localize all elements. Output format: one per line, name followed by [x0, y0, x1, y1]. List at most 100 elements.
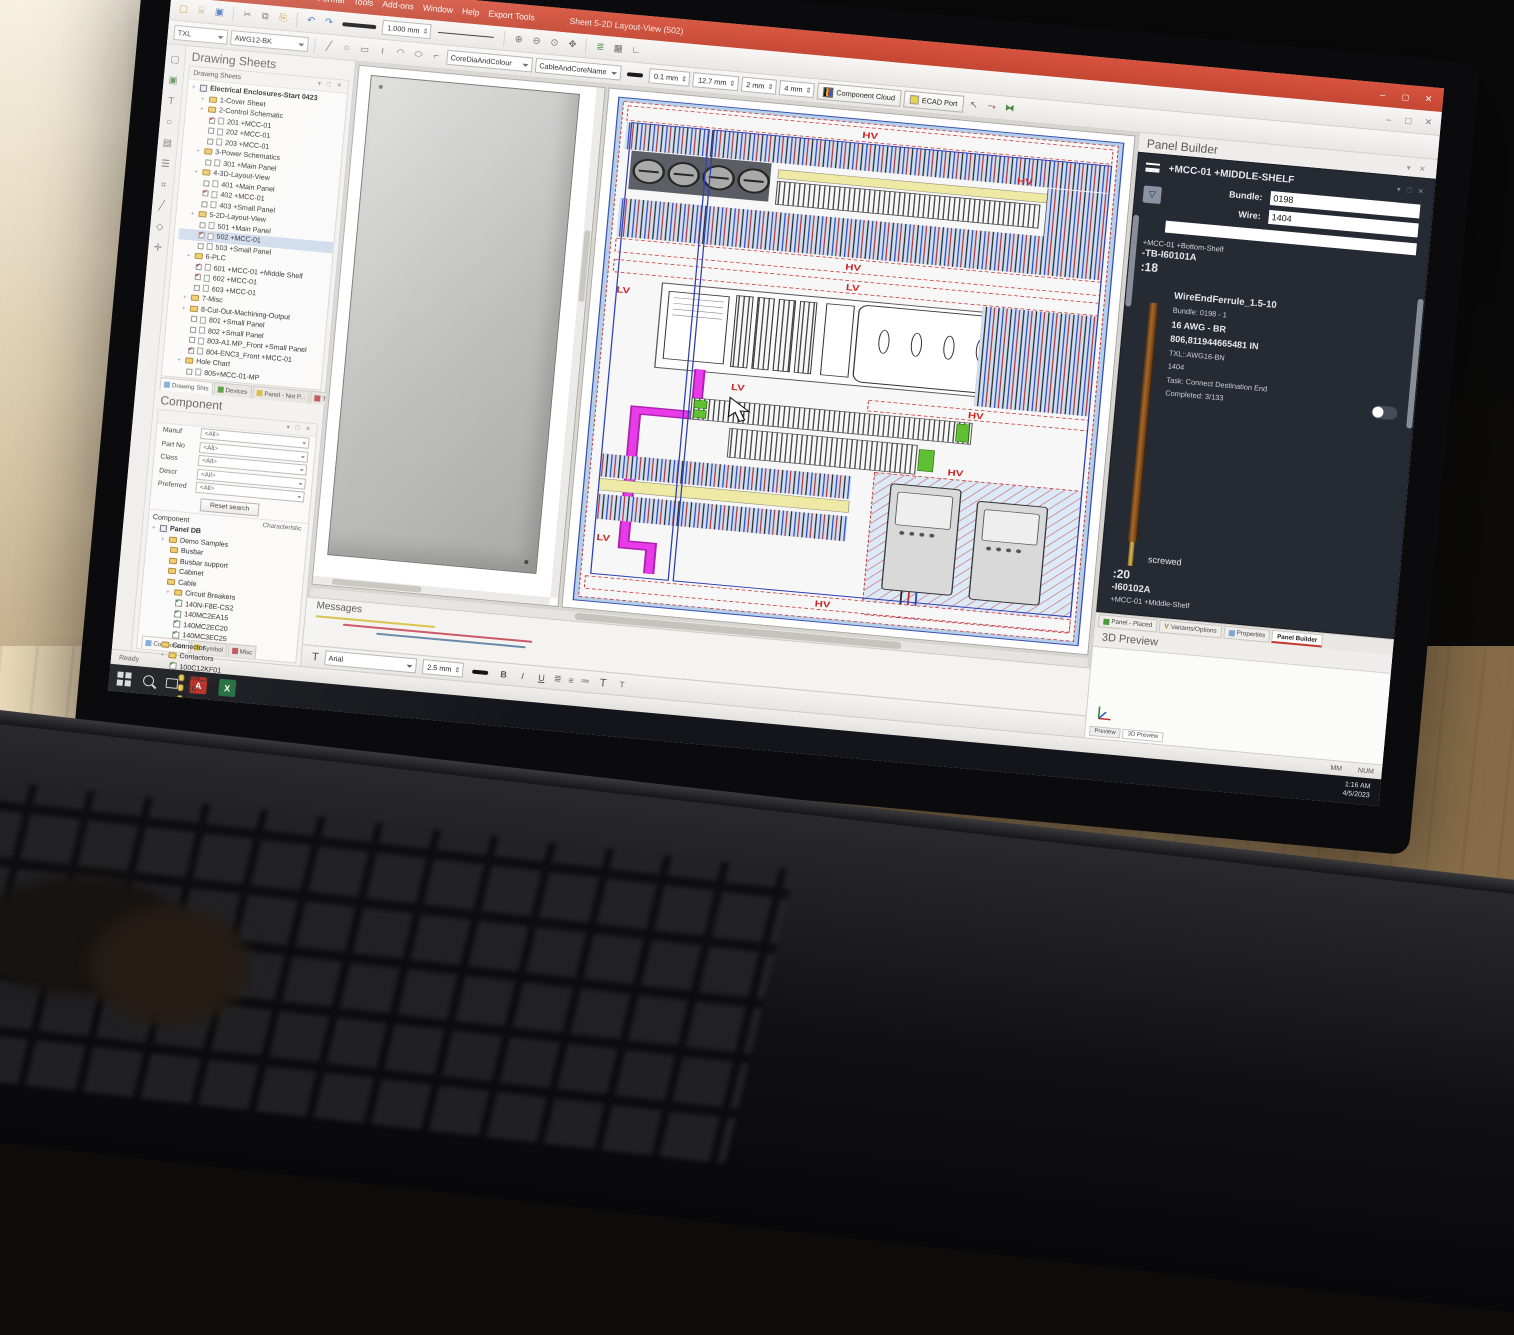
component-cloud-button[interactable]: Component Cloud — [817, 83, 902, 108]
expand-icon[interactable] — [201, 94, 207, 102]
expand-icon[interactable] — [194, 168, 200, 176]
sheet-checkbox[interactable] — [209, 117, 216, 124]
rectangle-tool-icon[interactable]: ▭ — [356, 42, 372, 58]
menu-window[interactable]: Window — [422, 2, 453, 15]
sheet-checkbox[interactable] — [197, 243, 204, 250]
enclosure-2d-document[interactable] — [311, 65, 605, 607]
bold-button[interactable]: B — [497, 666, 511, 681]
save-icon[interactable]: ▣ — [211, 4, 227, 20]
italic-button[interactable]: I — [516, 668, 530, 683]
text-tool-icon[interactable]: T — [311, 651, 319, 664]
menu-addons[interactable]: Add-ons — [382, 0, 414, 12]
expand-icon[interactable] — [200, 105, 206, 113]
expand-icon[interactable] — [186, 251, 192, 259]
grid-icon[interactable]: ▦ — [610, 41, 626, 57]
sheet-checkbox[interactable] — [201, 201, 208, 208]
wire-type-dropdown[interactable]: TXL — [173, 25, 228, 45]
scrollbar-thumb[interactable] — [578, 230, 591, 302]
tab-3d-preview[interactable]: 3D Preview — [1122, 729, 1163, 743]
sheet-checkbox[interactable] — [196, 264, 203, 271]
sheet-checkbox[interactable] — [205, 159, 212, 166]
font-size-spinner[interactable]: 2.5 mm — [422, 659, 465, 678]
line-width-spinner[interactable]: 0.1 mm — [648, 68, 691, 87]
snap-spinner-2[interactable]: 2 mm — [741, 77, 777, 95]
copy-icon[interactable]: ⧉ — [257, 8, 273, 24]
maximize-button[interactable] — [1399, 91, 1413, 103]
spline-tool-icon[interactable]: ≀ — [374, 43, 390, 59]
child-restore-button[interactable] — [1402, 115, 1416, 127]
text-tool-icon[interactable]: T — [164, 94, 178, 108]
menu-export-tools[interactable]: Export Tools — [488, 8, 535, 22]
panel-header-buttons[interactable]: ▾ ✕ — [1406, 163, 1429, 174]
text-lower-button[interactable]: T — [615, 677, 629, 692]
search-icon[interactable] — [143, 675, 155, 687]
wire-gauge-dropdown[interactable]: AWG12-BK — [230, 30, 309, 52]
snap-spinner-1[interactable]: 12.7 mm — [692, 72, 739, 91]
panel-header-buttons[interactable]: ▾ ⏍ ✕ — [286, 424, 313, 434]
menu-help[interactable]: Help — [462, 6, 480, 18]
menu-hamburger-icon[interactable] — [1145, 163, 1160, 173]
open-drawing-icon[interactable]: ⌸ — [193, 3, 209, 19]
new-drawing-icon[interactable]: ▢ — [175, 1, 191, 17]
measure-tool-icon[interactable]: ⌗ — [156, 178, 170, 192]
ellipse-tool-icon[interactable]: ⬭ — [410, 47, 426, 63]
cut-icon[interactable]: ✂ — [239, 7, 255, 23]
expand-icon[interactable] — [190, 209, 196, 217]
panel-header-buttons[interactable]: ▾ ⏍ ✕ — [318, 80, 345, 90]
list-tool-icon[interactable]: ☰ — [158, 157, 172, 171]
align-right-icon[interactable]: ≔ — [580, 675, 591, 687]
wire-route-icon[interactable]: ⤳ — [984, 99, 1000, 115]
menu-format[interactable]: Format — [317, 0, 345, 5]
collapse-icon[interactable] — [192, 83, 198, 91]
layers-icon[interactable]: ≣ — [592, 39, 608, 55]
hatch-tool-icon[interactable]: ▤ — [160, 136, 174, 150]
circle-tool-icon[interactable]: ○ — [339, 40, 355, 56]
zoom-extents-icon[interactable]: ⊙ — [546, 35, 562, 51]
expand-icon[interactable] — [160, 651, 166, 659]
undo-icon[interactable]: ↶ — [303, 13, 319, 29]
expand-icon[interactable] — [161, 535, 167, 543]
underline-button[interactable]: U — [534, 670, 548, 685]
sheet-checkbox[interactable] — [202, 190, 209, 197]
paste-icon[interactable]: ⎘ — [275, 10, 291, 26]
menu-insert[interactable]: Insert — [287, 0, 309, 2]
redo-icon[interactable]: ↷ — [321, 14, 337, 30]
sheet-checkbox[interactable] — [208, 128, 215, 135]
cable-core-name-dropdown[interactable]: CableAndCoreName — [535, 58, 622, 81]
select-arrow-icon[interactable]: ↖ — [966, 97, 982, 113]
task-toggle[interactable] — [1371, 405, 1398, 420]
link-icon[interactable]: ⧓ — [1002, 100, 1018, 116]
align-left-icon[interactable]: ≣ — [553, 673, 563, 685]
line-draw-icon[interactable]: ╱ — [155, 199, 169, 213]
expand-icon[interactable] — [177, 356, 183, 364]
core-diameter-dropdown[interactable]: CoreDiaAndColour — [446, 50, 533, 73]
align-center-icon[interactable]: ≡ — [568, 675, 575, 686]
scale-spinner[interactable]: 1.000 mm — [382, 20, 433, 39]
snap-spinner-3[interactable]: 4 mm — [779, 80, 815, 98]
polyline-tool-icon[interactable]: ⌐ — [428, 48, 444, 64]
expand-icon[interactable] — [183, 293, 189, 301]
ecad-port-button[interactable]: ECAD Port — [903, 90, 964, 112]
pan-icon[interactable]: ✥ — [564, 36, 580, 52]
sheet-checkbox[interactable] — [189, 337, 196, 344]
sheet-checkbox[interactable] — [186, 368, 193, 375]
sheet-checkbox[interactable] — [188, 347, 195, 354]
expand-icon[interactable] — [196, 147, 202, 155]
expand-icon[interactable] — [182, 304, 188, 312]
tab-preview[interactable]: Preview — [1089, 726, 1121, 739]
sheet-checkbox[interactable] — [198, 232, 205, 239]
text-upper-button[interactable]: T — [596, 675, 610, 690]
sheet-checkbox[interactable] — [203, 180, 210, 187]
line-weight-swatch[interactable] — [342, 22, 376, 29]
arc-tool-icon[interactable]: ◠ — [392, 45, 408, 61]
line-tool-icon[interactable]: ╱ — [321, 38, 337, 54]
ortho-icon[interactable]: ∟ — [628, 42, 644, 58]
sheet-checkbox[interactable] — [190, 326, 197, 333]
menu-tools[interactable]: Tools — [353, 0, 374, 8]
minimize-button[interactable] — [1376, 89, 1390, 101]
layout-2d-document[interactable]: HV — [561, 88, 1135, 656]
child-minimize-button[interactable] — [1382, 113, 1396, 125]
close-button[interactable] — [1422, 93, 1436, 105]
expand-icon[interactable] — [166, 588, 172, 596]
child-close-button[interactable] — [1421, 116, 1435, 128]
